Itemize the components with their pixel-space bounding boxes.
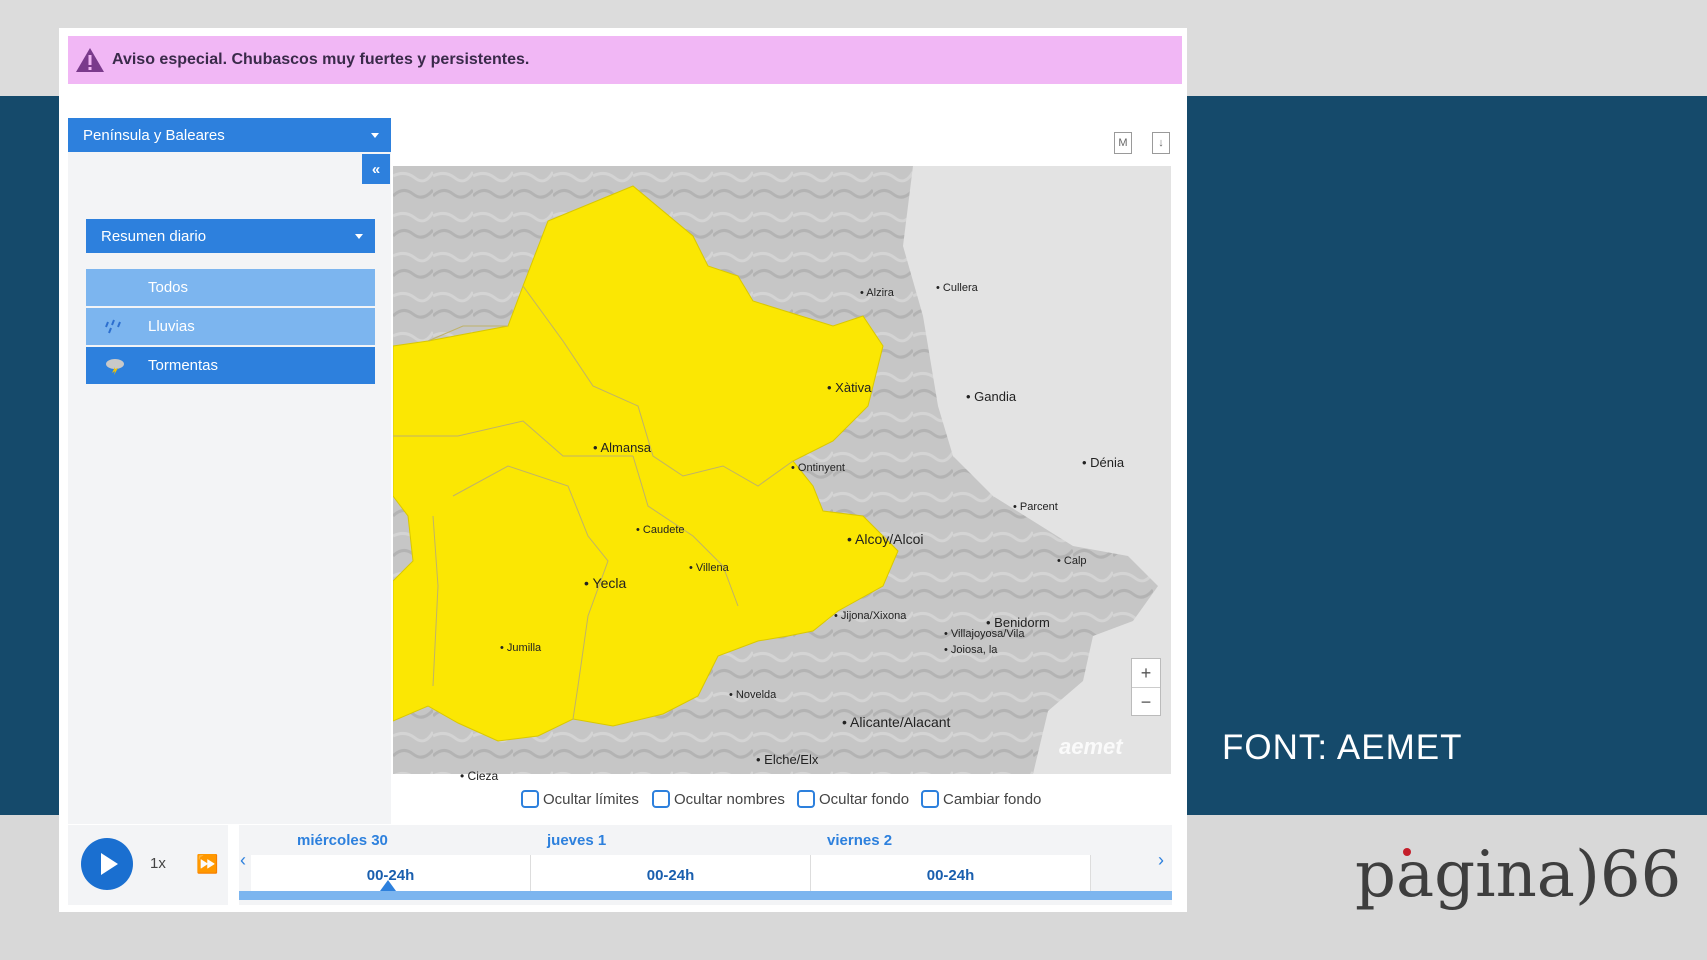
chevron-down-icon bbox=[355, 234, 363, 239]
town-label: • Elche/Elx bbox=[756, 752, 819, 767]
filter-label: Todos bbox=[148, 279, 189, 296]
brand-dot bbox=[1403, 848, 1411, 856]
map-m-button[interactable]: M bbox=[1114, 132, 1132, 154]
warning-text: Aviso especial. Chubascos muy fuertes y … bbox=[112, 51, 530, 68]
region-select[interactable]: Península y Baleares bbox=[68, 118, 391, 152]
warning-map[interactable] bbox=[393, 166, 1171, 774]
aemet-watermark: aemet bbox=[1059, 734, 1123, 759]
map-canvas bbox=[393, 166, 1171, 774]
timeline-day: miércoles 30 bbox=[297, 831, 388, 849]
option-label: Ocultar fondo bbox=[819, 790, 910, 808]
source-credit: FONT: AEMET bbox=[1222, 728, 1463, 767]
option-label: Ocultar límites bbox=[543, 790, 639, 808]
town-label: • Calp bbox=[1057, 555, 1087, 567]
town-label: • Villena bbox=[689, 562, 729, 574]
option-hide-background[interactable]: Ocultar fondo bbox=[797, 787, 909, 811]
town-label: • Cullera bbox=[936, 282, 978, 294]
town-label: • Dénia bbox=[1082, 455, 1125, 470]
timeline-prev-button[interactable]: ‹ bbox=[240, 850, 246, 871]
play-button[interactable] bbox=[81, 838, 133, 890]
town-label: • Almansa bbox=[593, 440, 652, 455]
storm-icon bbox=[106, 359, 124, 375]
aemet-warning-panel: Aviso especial. Chubascos muy fuertes y … bbox=[59, 28, 1187, 912]
town-label: • Villajoyosa/Vila bbox=[944, 628, 1025, 640]
town-label: • Jumilla bbox=[500, 642, 542, 654]
timeline-marker[interactable] bbox=[380, 880, 396, 891]
town-label: • Novelda bbox=[729, 689, 777, 701]
option-label: Cambiar fondo bbox=[943, 790, 1042, 808]
checkbox[interactable] bbox=[797, 790, 815, 808]
filter-label: Lluvias bbox=[148, 318, 195, 335]
town-label: • Gandia bbox=[966, 389, 1017, 404]
zoom-in-button[interactable]: + bbox=[1132, 659, 1160, 687]
filter-todos[interactable]: Todos bbox=[86, 269, 375, 306]
option-label: Ocultar nombres bbox=[674, 790, 785, 808]
timeline-scrollbar[interactable] bbox=[239, 891, 1172, 900]
fast-forward-icon[interactable]: ⏩ bbox=[196, 854, 218, 875]
play-icon bbox=[101, 853, 118, 875]
town-label: • Alicante/Alacant bbox=[842, 714, 951, 730]
chevron-down-icon bbox=[371, 133, 379, 138]
filter-label: Tormentas bbox=[148, 357, 219, 374]
timeline-next-button[interactable]: › bbox=[1158, 850, 1164, 871]
option-hide-limits[interactable]: Ocultar límites bbox=[521, 787, 639, 811]
town-label: • Cieza bbox=[460, 769, 499, 783]
town-label: • Yecla bbox=[584, 575, 627, 591]
town-label: • Joiosa, la bbox=[944, 644, 998, 656]
town-label: • Alcoy/Alcoi bbox=[847, 531, 924, 547]
checkbox[interactable] bbox=[921, 790, 939, 808]
town-label: • Caudete bbox=[636, 524, 685, 536]
timeline-slot[interactable]: 00-24h bbox=[811, 855, 1091, 895]
town-label: • Xàtiva bbox=[827, 380, 872, 395]
checkbox[interactable] bbox=[521, 790, 539, 808]
filter-tormentas[interactable]: Tormentas bbox=[86, 347, 375, 384]
town-label: • Ontinyent bbox=[791, 462, 845, 474]
region-select-label: Península y Baleares bbox=[83, 126, 225, 144]
timeline-slot[interactable]: 00-24h bbox=[531, 855, 811, 895]
rain-icon bbox=[105, 319, 121, 334]
zoom-control: + − bbox=[1131, 658, 1161, 716]
summary-select-label: Resumen diario bbox=[101, 227, 207, 245]
special-warning-banner: Aviso especial. Chubascos muy fuertes y … bbox=[68, 36, 1182, 84]
filter-lluvias[interactable]: Lluvias bbox=[86, 308, 375, 345]
summary-select[interactable]: Resumen diario bbox=[86, 219, 375, 253]
speed-selector[interactable]: 1x bbox=[150, 855, 166, 872]
town-label: • Jijona/Xixona bbox=[834, 610, 907, 622]
zoom-out-button[interactable]: − bbox=[1132, 687, 1160, 716]
town-label: • Alzira bbox=[860, 287, 894, 299]
timeline-day: viernes 2 bbox=[827, 831, 893, 849]
option-hide-names[interactable]: Ocultar nombres bbox=[652, 787, 785, 811]
warning-icon bbox=[76, 48, 104, 72]
town-label: • Parcent bbox=[1013, 501, 1058, 513]
timeline-day: jueves 1 bbox=[547, 831, 607, 849]
download-button[interactable]: ↓ bbox=[1152, 132, 1170, 154]
checkbox[interactable] bbox=[652, 790, 670, 808]
option-change-background[interactable]: Cambiar fondo bbox=[921, 787, 1041, 811]
collapse-sidebar-button[interactable]: « bbox=[362, 154, 390, 184]
